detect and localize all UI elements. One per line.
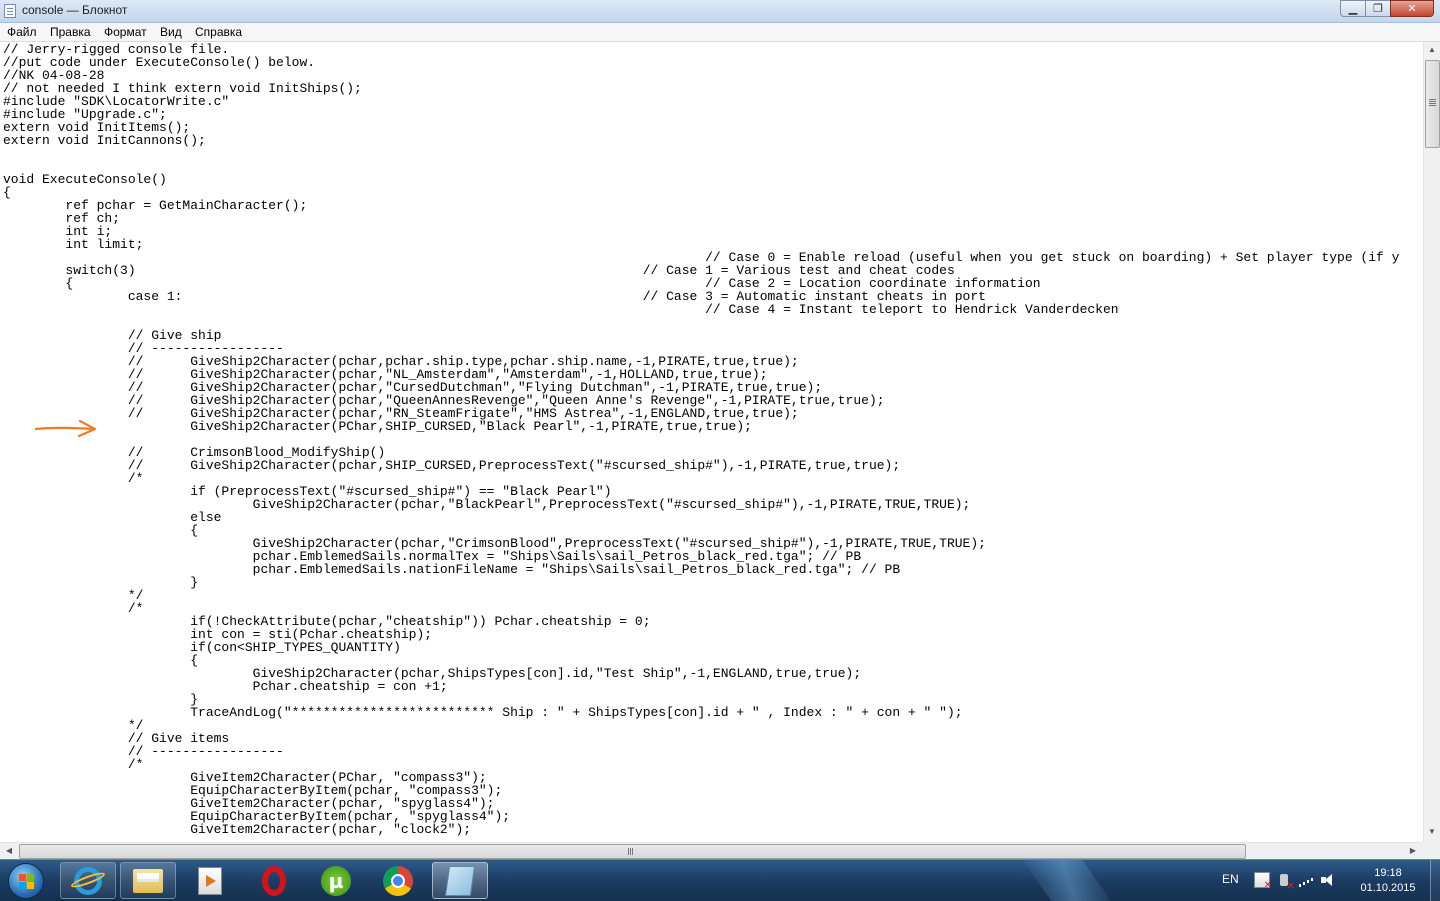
maximize-button[interactable]: ❐ [1365,0,1391,17]
horizontal-scrollbar[interactable]: ◀ ▶ [0,842,1423,859]
chrome-icon [383,865,413,896]
taskbar-opera[interactable] [246,862,302,899]
clock-time: 19:18 [1374,867,1402,879]
window-title: console — Блокнот [22,3,128,17]
window-controls: ▁ ❐ ✕ [1340,0,1434,18]
taskbar-chrome[interactable] [370,862,426,899]
system-tray [1254,872,1336,892]
menu-edit[interactable]: Правка [50,25,91,39]
language-indicator[interactable]: EN [1222,872,1239,886]
scroll-up-arrow-icon[interactable]: ▲ [1424,42,1440,58]
media-player-icon [198,866,222,895]
taskbar-explorer[interactable] [120,862,176,899]
horizontal-scroll-thumb[interactable] [19,844,1246,859]
menu-bar: Файл Правка Формат Вид Справка [0,23,1440,42]
menu-format[interactable]: Формат [104,25,147,39]
grip-icon [628,848,629,855]
opera-icon [262,865,286,896]
internet-explorer-icon [74,866,102,895]
close-button[interactable]: ✕ [1390,0,1434,17]
scroll-left-arrow-icon[interactable]: ◀ [1,843,17,859]
taskbar-glare [1015,860,1125,901]
vertical-scrollbar[interactable]: ▲ ▼ [1423,42,1440,842]
start-button[interactable] [8,863,44,899]
power-icon[interactable] [1276,872,1295,892]
show-desktop-button[interactable] [1430,860,1440,901]
vertical-scroll-thumb[interactable] [1425,60,1440,148]
text-editor-area[interactable]: // Jerry-rigged console file. //put code… [0,42,1423,842]
clock-date: 01.10.2015 [1360,882,1416,894]
utorrent-icon: µ [321,865,351,896]
editor-text[interactable]: // Jerry-rigged console file. //put code… [3,43,1399,836]
menu-view[interactable]: Вид [160,25,182,39]
taskbar-utorrent[interactable]: µ [308,862,364,899]
taskbar-notepad[interactable] [432,862,488,899]
menu-file[interactable]: Файл [7,25,37,39]
notepad-icon [444,865,476,896]
taskbar: µ EN 19:18 01.10.2015 [0,859,1440,901]
menu-help[interactable]: Справка [195,25,242,39]
taskbar-media-player[interactable] [182,862,238,899]
grip-icon [1429,99,1436,100]
annotation-arrow-icon [34,419,97,438]
folder-icon [133,868,163,893]
scrollbar-corner [1423,842,1440,859]
scroll-down-arrow-icon[interactable]: ▼ [1424,824,1440,840]
scroll-right-arrow-icon[interactable]: ▶ [1405,843,1421,859]
system-clock[interactable]: 19:18 01.10.2015 [1350,866,1426,896]
notepad-app-icon[interactable] [4,4,16,18]
minimize-button[interactable]: ▁ [1340,0,1366,17]
taskbar-internet-explorer[interactable] [60,862,116,899]
action-center-flag-icon[interactable] [1254,872,1272,891]
volume-icon[interactable] [1320,872,1336,888]
network-signal-icon[interactable] [1298,872,1314,888]
title-bar[interactable]: console — Блокнот ▁ ❐ ✕ [0,0,1440,23]
